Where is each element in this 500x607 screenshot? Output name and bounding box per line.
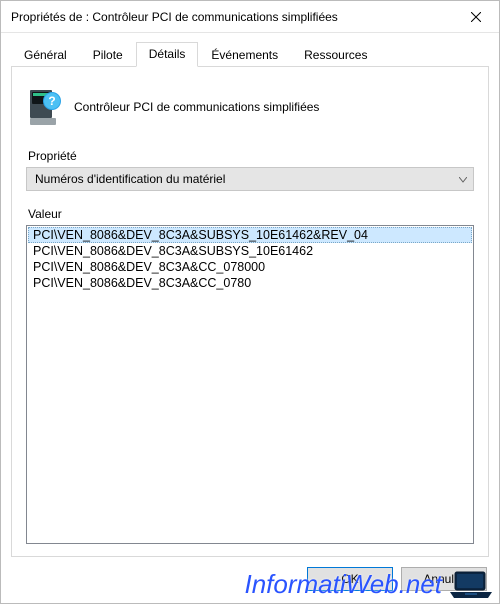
- device-icon: ?: [28, 87, 62, 127]
- tab-page-details: ? Contrôleur PCI de communications simpl…: [11, 66, 489, 557]
- value-label: Valeur: [28, 207, 474, 221]
- cancel-button[interactable]: Annuler: [401, 567, 487, 591]
- property-label: Propriété: [28, 149, 474, 163]
- list-item[interactable]: PCI\VEN_8086&DEV_8C3A&CC_078000: [28, 259, 472, 275]
- properties-dialog: Propriétés de : Contrôleur PCI de commun…: [0, 0, 500, 604]
- tab-strip: Général Pilote Détails Événements Ressou…: [11, 41, 489, 66]
- list-item[interactable]: PCI\VEN_8086&DEV_8C3A&CC_0780: [28, 275, 472, 291]
- tab-details[interactable]: Détails: [136, 42, 199, 67]
- list-item[interactable]: PCI\VEN_8086&DEV_8C3A&SUBSYS_10E61462&RE…: [28, 227, 472, 243]
- property-selected-value: Numéros d'identification du matériel: [35, 172, 225, 186]
- window-title: Propriétés de : Contrôleur PCI de commun…: [11, 10, 453, 24]
- close-button[interactable]: [453, 1, 499, 32]
- device-header: ? Contrôleur PCI de communications simpl…: [28, 87, 472, 127]
- tab-events[interactable]: Événements: [198, 43, 291, 67]
- tab-driver[interactable]: Pilote: [80, 43, 136, 67]
- chevron-down-icon: [459, 172, 467, 186]
- value-listbox[interactable]: PCI\VEN_8086&DEV_8C3A&SUBSYS_10E61462&RE…: [26, 225, 474, 544]
- device-name: Contrôleur PCI de communications simplif…: [74, 100, 319, 114]
- list-item[interactable]: PCI\VEN_8086&DEV_8C3A&SUBSYS_10E61462: [28, 243, 472, 259]
- dialog-buttons: OK Annuler: [11, 557, 489, 593]
- property-combobox[interactable]: Numéros d'identification du matériel: [26, 167, 474, 191]
- tab-resources[interactable]: Ressources: [291, 43, 380, 67]
- svg-text:?: ?: [48, 94, 55, 108]
- client-area: Général Pilote Détails Événements Ressou…: [1, 33, 499, 603]
- ok-button[interactable]: OK: [307, 567, 393, 591]
- titlebar: Propriétés de : Contrôleur PCI de commun…: [1, 1, 499, 33]
- close-icon: [471, 12, 481, 22]
- tab-general[interactable]: Général: [11, 43, 80, 67]
